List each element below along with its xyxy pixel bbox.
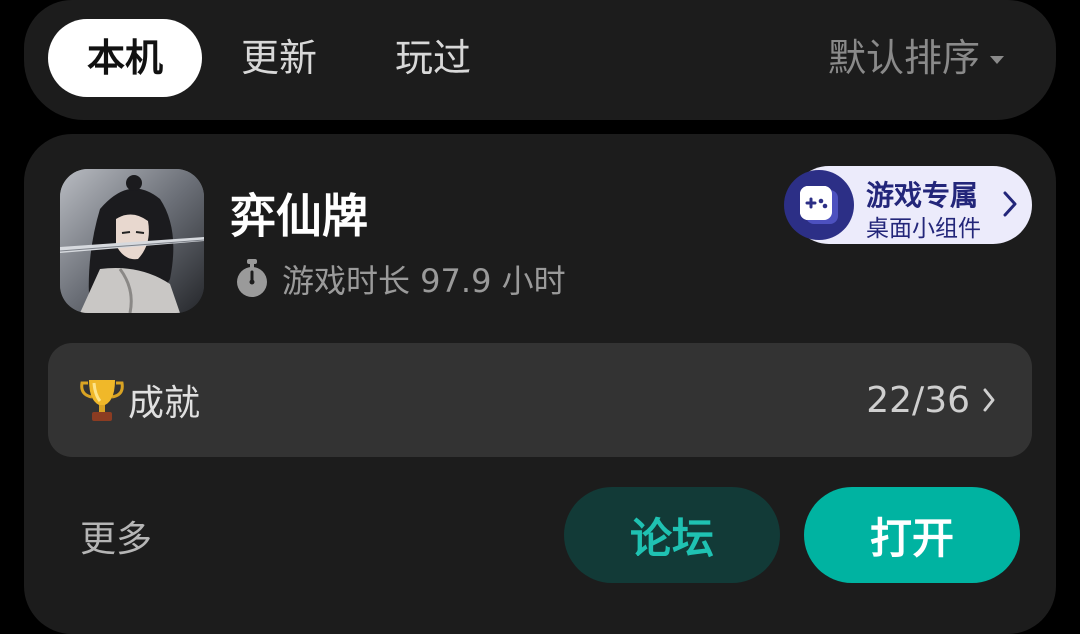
forum-button[interactable]: 论坛 [564, 487, 780, 583]
gamepad-icon [784, 170, 854, 240]
chevron-right-icon [1003, 191, 1017, 217]
achievements-progress-group: 22/36 [866, 343, 996, 457]
stopwatch-icon [237, 259, 267, 297]
caret-down-icon [990, 56, 1004, 64]
widget-subtitle: 桌面小组件 [866, 216, 981, 242]
achievements-progress: 22/36 [866, 379, 970, 421]
playtime-text: 游戏时长 97.9 小时 [282, 262, 566, 300]
game-title: 弈仙牌 [230, 189, 368, 243]
game-icon[interactable] [60, 169, 204, 313]
tab-local[interactable]: 本机 [48, 19, 202, 97]
achievements-label: 成就 [128, 383, 201, 424]
game-artwork [60, 169, 204, 313]
widget-title: 游戏专属 [866, 179, 979, 212]
sort-label: 默认排序 [827, 36, 980, 80]
filter-bar: 本机 更新 玩过 默认排序 [24, 0, 1056, 120]
open-button[interactable]: 打开 [804, 487, 1020, 583]
more-link[interactable]: 更多 [80, 510, 152, 562]
tab-played[interactable]: 玩过 [378, 19, 488, 97]
widget-badge[interactable]: 游戏专属 桌面小组件 [784, 166, 1032, 244]
achievements-label-group: 成就 [80, 343, 200, 457]
game-card: 弈仙牌 游戏时长 97.9 小时 游戏专属 桌面小组件 成就 22/36 更多 … [24, 134, 1056, 634]
achievements-row[interactable]: 成就 22/36 [48, 343, 1032, 457]
chevron-right-icon [983, 388, 995, 412]
trophy-icon [80, 380, 124, 421]
playtime: 游戏时长 97.9 小时 [234, 256, 566, 302]
sort-dropdown[interactable]: 默认排序 [828, 19, 1004, 97]
tab-updates[interactable]: 更新 [224, 19, 334, 97]
